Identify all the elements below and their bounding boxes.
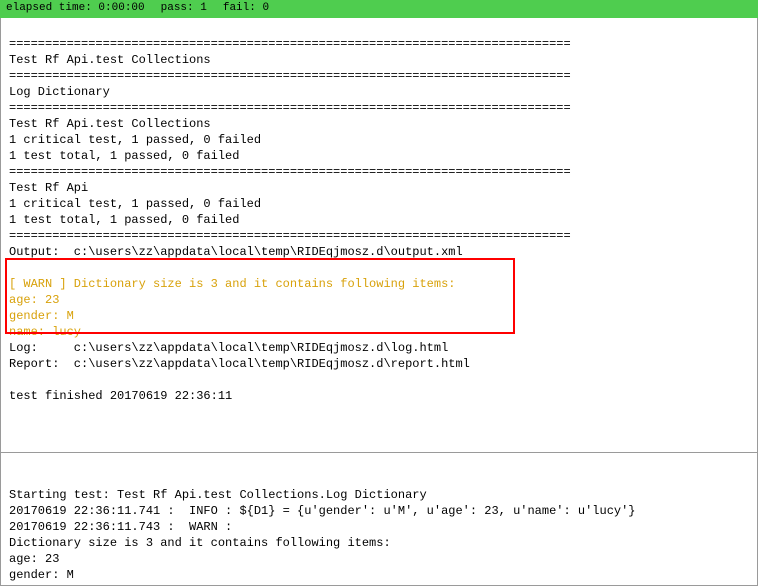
critical-summary: 1 critical test, 1 passed, 0 failed (9, 133, 261, 147)
suite-name: Test Rf Api (9, 181, 88, 195)
info-log-line: 20170619 22:36:11.741 : INFO : ${D1} = {… (9, 504, 636, 518)
separator: ========================================… (9, 101, 571, 115)
suite-name: Test Rf Api.test Collections (9, 117, 211, 131)
annotation-highlight-box (5, 258, 515, 334)
output-path: Output: c:\users\zz\appdata\local\temp\R… (9, 245, 463, 259)
finished-message: test finished 20170619 22:36:11 (9, 389, 232, 403)
test-case-name: Log Dictionary (9, 85, 110, 99)
warn-message: [ WARN ] Dictionary size is 3 and it con… (9, 277, 455, 291)
dict-item-name: name: lucy (9, 325, 81, 339)
message-log-pane[interactable]: Starting test: Test Rf Api.test Collecti… (0, 453, 758, 586)
report-path: Report: c:\users\zz\appdata\local\temp\R… (9, 357, 470, 371)
critical-summary: 1 critical test, 1 passed, 0 failed (9, 197, 261, 211)
output-log-pane[interactable]: ========================================… (0, 18, 758, 453)
fail-count: fail: 0 (223, 2, 269, 16)
suite-name: Test Rf Api.test Collections (9, 53, 211, 67)
separator: ========================================… (9, 229, 571, 243)
total-summary: 1 test total, 1 passed, 0 failed (9, 213, 239, 227)
separator: ========================================… (9, 165, 571, 179)
dict-size-line: Dictionary size is 3 and it contains fol… (9, 536, 391, 550)
dict-item-gender: gender: M (9, 568, 74, 582)
dict-item-gender: gender: M (9, 309, 74, 323)
total-summary: 1 test total, 1 passed, 0 failed (9, 149, 239, 163)
pass-count: pass: 1 (161, 2, 207, 16)
log-path: Log: c:\users\zz\appdata\local\temp\RIDE… (9, 341, 448, 355)
dict-item-age: age: 23 (9, 552, 59, 566)
status-header: elapsed time: 0:00:00 pass: 1 fail: 0 (0, 0, 758, 18)
separator: ========================================… (9, 37, 571, 51)
dict-item-age: age: 23 (9, 293, 59, 307)
elapsed-time: elapsed time: 0:00:00 (6, 2, 145, 16)
separator: ========================================… (9, 69, 571, 83)
warn-log-line: 20170619 22:36:11.743 : WARN : (9, 520, 232, 534)
starting-test: Starting test: Test Rf Api.test Collecti… (9, 488, 427, 502)
